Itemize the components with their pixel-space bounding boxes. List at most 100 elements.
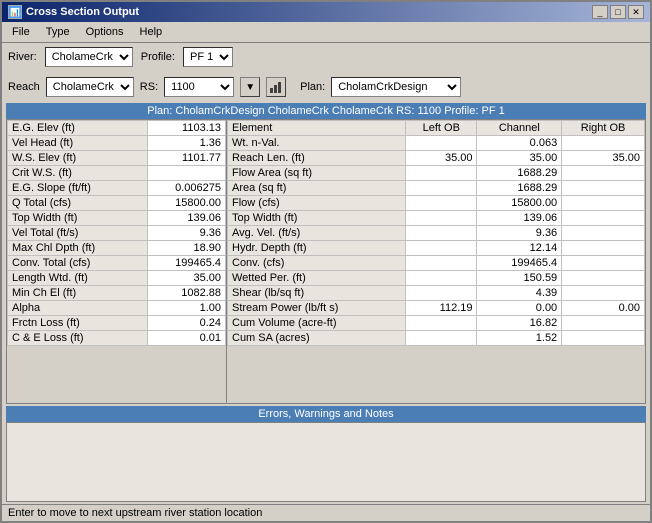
right-table-value: 15800.00 — [477, 196, 562, 211]
table-row: Shear (lb/sq ft)4.39 — [228, 286, 645, 301]
plan-select[interactable]: CholamCrkDesign — [331, 77, 461, 97]
left-table-label: Frctn Loss (ft) — [8, 316, 148, 331]
left-table-value: 1082.88 — [148, 286, 226, 301]
left-table-value: 0.01 — [148, 331, 226, 346]
right-table-value — [562, 286, 645, 301]
right-table-value — [562, 256, 645, 271]
title-bar: 📊 Cross Section Output _ □ ✕ — [2, 2, 650, 22]
left-table-value: 139.06 — [148, 211, 226, 226]
reach-label: Reach — [8, 81, 40, 93]
right-table-label: Stream Power (lb/ft s) — [228, 301, 406, 316]
table-row: Top Width (ft)139.06 — [228, 211, 645, 226]
left-table-value — [148, 166, 226, 181]
rs-label: RS: — [140, 81, 158, 93]
river-select[interactable]: CholameCrk — [45, 47, 133, 67]
table-row: Reach Len. (ft)35.0035.0035.00 — [228, 151, 645, 166]
right-table-label: Cum SA (acres) — [228, 331, 406, 346]
right-table-value: 9.36 — [477, 226, 562, 241]
window-icon: 📊 — [8, 5, 22, 19]
left-table-label: E.G. Slope (ft/ft) — [8, 181, 148, 196]
right-table-value — [406, 271, 477, 286]
right-table-value — [406, 136, 477, 151]
right-table-label: Avg. Vel. (ft/s) — [228, 226, 406, 241]
table-row: E.G. Elev (ft)1103.13 — [8, 121, 226, 136]
table-row: Cum Volume (acre-ft)16.82 — [228, 316, 645, 331]
menu-help[interactable]: Help — [134, 24, 169, 40]
right-table-value — [406, 241, 477, 256]
next-rs-button[interactable] — [266, 77, 286, 97]
table-row: Q Total (cfs)15800.00 — [8, 196, 226, 211]
prev-rs-button[interactable]: ▼ — [240, 77, 260, 97]
right-table-value: 35.00 — [406, 151, 477, 166]
right-table-value — [562, 211, 645, 226]
right-table-value — [406, 226, 477, 241]
table-row: Frctn Loss (ft)0.24 — [8, 316, 226, 331]
reach-select[interactable]: CholameCrk — [46, 77, 134, 97]
left-panel: E.G. Elev (ft)1103.13Vel Head (ft)1.36W.… — [7, 120, 227, 403]
right-table-label: Conv. (cfs) — [228, 256, 406, 271]
table-row: C & E Loss (ft)0.01 — [8, 331, 226, 346]
title-buttons: _ □ ✕ — [592, 5, 644, 19]
right-table-label: Cum Volume (acre-ft) — [228, 316, 406, 331]
close-button[interactable]: ✕ — [628, 5, 644, 19]
table-row: Wt. n-Val.0.063 — [228, 136, 645, 151]
right-table-value — [406, 316, 477, 331]
left-table-label: Length Wtd. (ft) — [8, 271, 148, 286]
table-row: Alpha1.00 — [8, 301, 226, 316]
left-table-value: 18.90 — [148, 241, 226, 256]
right-table-value — [562, 196, 645, 211]
right-table-value — [562, 331, 645, 346]
right-table-value: 1688.29 — [477, 166, 562, 181]
left-table-label: Top Width (ft) — [8, 211, 148, 226]
maximize-button[interactable]: □ — [610, 5, 626, 19]
table-row: Vel Head (ft)1.36 — [8, 136, 226, 151]
right-table-value — [406, 331, 477, 346]
right-table-value: 12.14 — [477, 241, 562, 256]
table-row: Length Wtd. (ft)35.00 — [8, 271, 226, 286]
table-row: Vel Total (ft/s)9.36 — [8, 226, 226, 241]
right-table-label: Reach Len. (ft) — [228, 151, 406, 166]
left-table-value: 0.24 — [148, 316, 226, 331]
left-table-value: 9.36 — [148, 226, 226, 241]
table-row: Hydr. Depth (ft) 12.14 — [228, 241, 645, 256]
right-table-value — [562, 241, 645, 256]
right-table-value: 0.00 — [562, 301, 645, 316]
right-table-value — [406, 211, 477, 226]
right-table-value — [562, 181, 645, 196]
rs-select[interactable]: 1100 — [164, 77, 234, 97]
right-panel: ElementLeft OBChannelRight OB Wt. n-Val.… — [227, 120, 645, 403]
errors-bar: Errors, Warnings and Notes — [6, 406, 646, 422]
right-table-header: Right OB — [562, 121, 645, 136]
right-table-value — [406, 196, 477, 211]
content-area: Plan: CholamCrkDesign CholameCrk Cholame… — [2, 101, 650, 504]
data-section: E.G. Elev (ft)1103.13Vel Head (ft)1.36W.… — [6, 119, 646, 404]
left-table-label: Conv. Total (cfs) — [8, 256, 148, 271]
menu-file[interactable]: File — [6, 24, 36, 40]
left-table-value: 0.006275 — [148, 181, 226, 196]
right-table-value — [562, 226, 645, 241]
errors-area — [6, 422, 646, 502]
status-bar: Enter to move to next upstream river sta… — [2, 504, 650, 521]
minimize-button[interactable]: _ — [592, 5, 608, 19]
table-row: Min Ch El (ft)1082.88 — [8, 286, 226, 301]
plan-label: Plan: — [300, 81, 325, 93]
right-table-value — [562, 316, 645, 331]
profile-select[interactable]: PF 1 — [183, 47, 233, 67]
window-title: Cross Section Output — [26, 6, 139, 18]
right-table-value: 0.00 — [477, 301, 562, 316]
table-row: E.G. Slope (ft/ft)0.006275 — [8, 181, 226, 196]
table-row: Conv. Total (cfs)199465.4 — [8, 256, 226, 271]
right-table-label: Wt. n-Val. — [228, 136, 406, 151]
menu-type[interactable]: Type — [40, 24, 76, 40]
right-table-label: Hydr. Depth (ft) — [228, 241, 406, 256]
table-row: Flow (cfs)15800.00 — [228, 196, 645, 211]
table-row: Stream Power (lb/ft s)112.190.000.00 — [228, 301, 645, 316]
menu-options[interactable]: Options — [80, 24, 130, 40]
left-table-label: Min Ch El (ft) — [8, 286, 148, 301]
right-table-value — [562, 271, 645, 286]
table-row: Area (sq ft)1688.29 — [228, 181, 645, 196]
toolbar-row2: Reach CholameCrk RS: 1100 ▼ Plan: Cholam… — [2, 73, 650, 101]
toolbar-row1: River: CholameCrk Profile: PF 1 — [2, 43, 650, 71]
left-table-label: Q Total (cfs) — [8, 196, 148, 211]
right-table-value — [562, 136, 645, 151]
